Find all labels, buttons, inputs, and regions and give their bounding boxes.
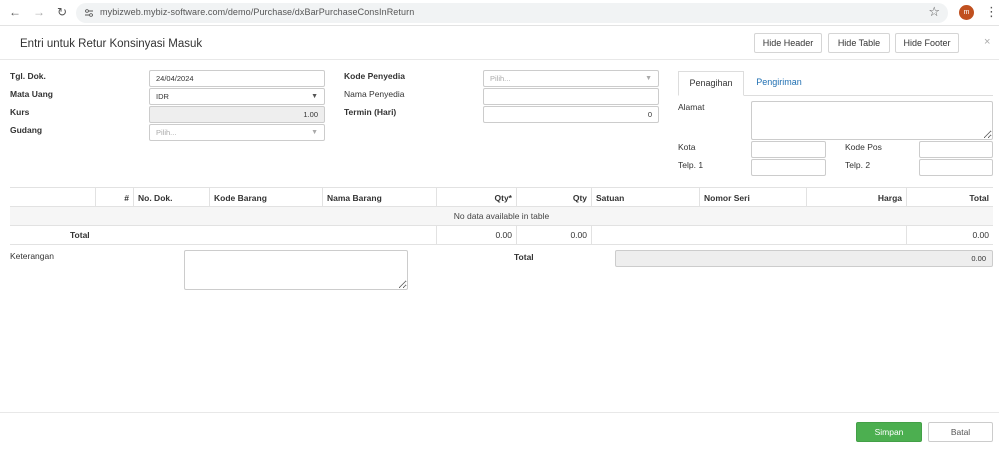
- footer-total-sum: 0.00: [972, 230, 989, 240]
- profile-avatar[interactable]: m: [959, 5, 974, 20]
- keterangan-textarea[interactable]: [184, 250, 408, 290]
- header-divider: [0, 59, 999, 60]
- footer-qty-star-sum: 0.00: [437, 226, 517, 244]
- hide-table-button[interactable]: Hide Table: [828, 33, 890, 53]
- page-title: Entri untuk Retur Konsinyasi Masuk: [20, 38, 203, 50]
- tab-penagihan[interactable]: Penagihan: [678, 71, 744, 96]
- reload-icon[interactable]: ↻: [57, 5, 67, 19]
- kota-input[interactable]: [751, 141, 826, 158]
- kurs-label: Kurs: [10, 107, 30, 117]
- nama-penyedia-input[interactable]: [483, 88, 659, 105]
- gudang-placeholder: Pilih...: [156, 128, 177, 137]
- chevron-down-icon: ▼: [645, 75, 652, 82]
- hide-header-button[interactable]: Hide Header: [754, 33, 822, 53]
- browser-menu-icon[interactable]: ⋮: [985, 4, 998, 20]
- site-info-icon[interactable]: [84, 8, 94, 18]
- table-footer-row: Total 0.00 0.00 0.00: [10, 226, 993, 245]
- alamat-textarea[interactable]: [751, 101, 993, 140]
- hide-footer-button[interactable]: Hide Footer: [895, 33, 959, 53]
- column-header-nama-barang[interactable]: Nama Barang: [323, 188, 437, 208]
- tgl-dok-input[interactable]: 24/04/2024: [149, 70, 325, 87]
- termin-input[interactable]: 0: [483, 106, 659, 123]
- telp1-input[interactable]: [751, 159, 826, 176]
- kode-penyedia-label: Kode Penyedia: [344, 71, 405, 81]
- close-icon[interactable]: ×: [984, 36, 990, 48]
- browser-toolbar: ← → ↻ mybizweb.mybiz-software.com/demo/P…: [0, 0, 999, 26]
- address-bar[interactable]: mybizweb.mybiz-software.com/demo/Purchas…: [76, 3, 948, 23]
- save-button[interactable]: Simpan: [856, 422, 922, 442]
- kode-pos-label: Kode Pos: [845, 142, 882, 152]
- table-header-row: # No. Dok. Kode Barang Nama Barang Qty* …: [10, 187, 993, 208]
- back-arrow-icon[interactable]: ←: [9, 5, 21, 19]
- telp2-input[interactable]: [919, 159, 993, 176]
- termin-label: Termin (Hari): [344, 107, 397, 117]
- footer-divider: [0, 412, 999, 413]
- gudang-select[interactable]: Pilih... ▼: [149, 124, 325, 141]
- tab-divider: [744, 95, 993, 96]
- mata-uang-select[interactable]: IDR ▼: [149, 88, 325, 105]
- url-text[interactable]: mybizweb.mybiz-software.com/demo/Purchas…: [100, 7, 414, 17]
- chevron-down-icon: ▼: [311, 93, 318, 100]
- column-header-select: [10, 188, 96, 208]
- chevron-down-icon: ▼: [311, 129, 318, 136]
- footer-total-label: Total: [10, 226, 437, 244]
- nama-penyedia-label: Nama Penyedia: [344, 89, 405, 99]
- telp1-label: Telp. 1: [678, 160, 704, 170]
- mata-uang-value: IDR: [156, 92, 169, 101]
- mata-uang-label: Mata Uang: [10, 89, 53, 99]
- telp2-label: Telp. 2: [845, 160, 871, 170]
- tab-pengiriman[interactable]: Pengiriman: [746, 71, 812, 96]
- forward-arrow-icon[interactable]: →: [33, 5, 45, 19]
- alamat-label: Alamat: [678, 102, 705, 112]
- column-header-total[interactable]: Total: [907, 188, 993, 208]
- kota-label: Kota: [678, 142, 696, 152]
- summary-total-label: Total: [514, 252, 534, 262]
- kode-penyedia-placeholder: Pilih...: [490, 74, 511, 83]
- keterangan-label: Keterangan: [10, 251, 54, 261]
- footer-qty-sum: 0.00: [517, 226, 592, 244]
- summary-total-input: 0.00: [615, 250, 993, 267]
- column-header-harga[interactable]: Harga: [807, 188, 907, 208]
- column-header-hash[interactable]: #: [96, 188, 134, 208]
- footer-spacer: [592, 226, 907, 244]
- column-header-nomor-seri[interactable]: Nomor Seri: [700, 188, 807, 208]
- cancel-button[interactable]: Batal: [928, 422, 993, 442]
- column-header-no-dok[interactable]: No. Dok.: [134, 188, 210, 208]
- kurs-input: 1.00: [149, 106, 325, 123]
- gudang-label: Gudang: [10, 125, 43, 135]
- column-header-qty-star[interactable]: Qty*: [437, 188, 517, 208]
- kode-pos-input[interactable]: [919, 141, 993, 158]
- column-header-qty[interactable]: Qty: [517, 188, 592, 208]
- tgl-dok-label: Tgl. Dok.: [10, 71, 46, 81]
- kode-penyedia-select[interactable]: Pilih... ▼: [483, 70, 659, 87]
- column-header-satuan[interactable]: Satuan: [592, 188, 700, 208]
- column-header-kode-barang[interactable]: Kode Barang: [210, 188, 323, 208]
- bookmark-star-icon[interactable]: ☆: [928, 4, 940, 20]
- empty-table-message: No data available in table: [10, 207, 993, 226]
